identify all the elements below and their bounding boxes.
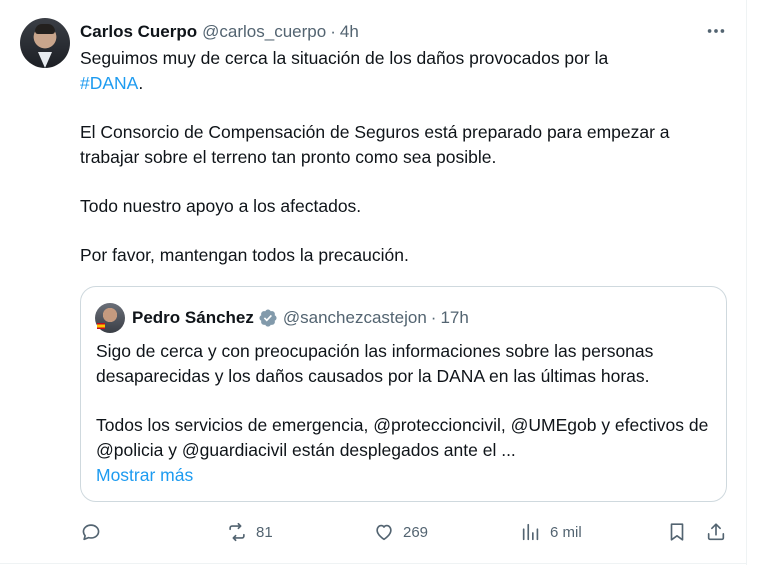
retweet-icon xyxy=(229,522,245,542)
share-icon xyxy=(707,523,725,541)
retweet-button[interactable]: 81 xyxy=(226,515,273,549)
hashtag-suffix: . xyxy=(138,73,144,93)
flag-pin-icon xyxy=(97,323,105,329)
quoted-author-name[interactable]: Pedro Sánchez xyxy=(132,308,254,328)
tweet-time[interactable]: 4h xyxy=(340,22,359,42)
action-bar: 81 269 6 mil xyxy=(0,515,747,549)
tweet-header: Carlos Cuerpo @carlos_cuerpo · 4h xyxy=(80,21,359,43)
analytics-icon xyxy=(522,523,539,541)
tweet-line-1: Seguimos muy de cerca la situación de lo… xyxy=(80,48,609,68)
tweet-paragraph-3: Todo nuestro apoyo a los afectados. xyxy=(80,196,362,216)
more-options-button[interactable] xyxy=(703,20,729,42)
quoted-tweet-time[interactable]: 17h xyxy=(440,308,468,328)
quoted-paragraph-2: Todos los servicios de emergencia, @prot… xyxy=(96,415,709,460)
author-avatar[interactable] xyxy=(20,18,70,68)
quoted-tweet[interactable]: Pedro Sánchez @sanchezcastejon · 17h Sig… xyxy=(80,286,727,502)
verified-badge-icon xyxy=(259,309,277,327)
reply-icon xyxy=(82,524,100,541)
tweet-text: Seguimos muy de cerca la situación de lo… xyxy=(80,46,730,268)
retweet-count: 81 xyxy=(256,523,273,541)
tweet-paragraph-2: El Consorcio de Compensación de Seguros … xyxy=(80,122,670,167)
quoted-tweet-header: Pedro Sánchez @sanchezcastejon · 17h xyxy=(132,307,469,329)
avatar-hair xyxy=(35,24,55,34)
author-handle[interactable]: @carlos_cuerpo xyxy=(202,22,326,42)
more-icon xyxy=(707,29,725,33)
quoted-header-separator: · xyxy=(430,308,437,327)
tweet-paragraph-1: Seguimos muy de cerca la situación de lo… xyxy=(80,46,730,96)
share-button[interactable] xyxy=(705,515,727,549)
like-count: 269 xyxy=(403,523,429,541)
like-button[interactable]: 269 xyxy=(373,515,428,549)
tweet[interactable]: Carlos Cuerpo @carlos_cuerpo · 4h Seguim… xyxy=(0,0,747,565)
hashtag-link[interactable]: #DANA xyxy=(80,73,138,93)
views-count: 6 mil xyxy=(550,523,582,541)
bookmark-icon xyxy=(670,523,684,541)
show-more-link[interactable]: Mostrar más xyxy=(96,465,193,485)
quoted-paragraph-1: Sigo de cerca y con preocupación las inf… xyxy=(96,341,654,386)
quoted-author-handle[interactable]: @sanchezcastejon xyxy=(283,308,427,328)
quoted-tweet-text: Sigo de cerca y con preocupación las inf… xyxy=(96,339,716,488)
header-separator: · xyxy=(330,22,336,41)
avatar-shirt xyxy=(38,52,52,68)
quoted-author-avatar[interactable] xyxy=(95,303,125,333)
bookmark-button[interactable] xyxy=(666,515,688,549)
views-button[interactable]: 6 mil xyxy=(520,515,582,549)
heart-icon xyxy=(376,524,392,541)
reply-button[interactable] xyxy=(80,515,102,549)
tweet-paragraph-4: Por favor, mantengan todos la precaución… xyxy=(80,245,409,265)
author-name[interactable]: Carlos Cuerpo xyxy=(80,22,197,42)
divider xyxy=(0,563,747,564)
